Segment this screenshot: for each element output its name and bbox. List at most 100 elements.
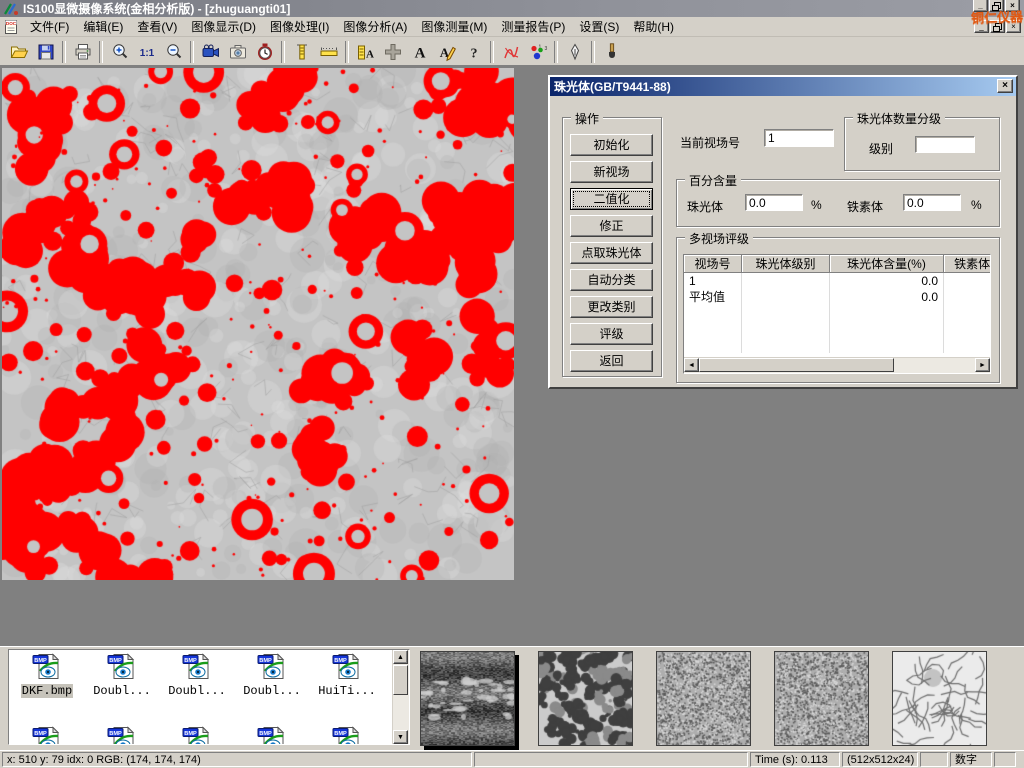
file-label[interactable]: DKF.bmp bbox=[21, 684, 73, 698]
table-header-0: 视场号 bbox=[684, 255, 742, 273]
scroll-down-button[interactable]: ▼ bbox=[393, 730, 408, 744]
restore-button[interactable] bbox=[989, 0, 1004, 12]
file-item-DKF.bmp[interactable]: BMPDKF.bmp bbox=[14, 653, 80, 698]
file-item-row2-1[interactable]: BMP bbox=[89, 726, 155, 745]
file-item-row2-2[interactable]: BMP bbox=[164, 726, 230, 745]
menu-item-1[interactable]: 编辑(E) bbox=[76, 16, 130, 37]
file-scroll-thumb[interactable] bbox=[393, 665, 408, 695]
file-list-scrollbar[interactable]: ▲ ▼ bbox=[392, 650, 409, 744]
brush-tool-button[interactable] bbox=[598, 39, 625, 64]
dialog-title-bar[interactable]: 珠光体(GB/T9441-88) × bbox=[550, 77, 1016, 96]
zoom-out-button[interactable] bbox=[160, 39, 187, 64]
op-button-7[interactable]: 评级 bbox=[570, 323, 653, 345]
print-button[interactable] bbox=[69, 39, 96, 64]
op-button-6[interactable]: 更改类别 bbox=[570, 296, 653, 318]
level-input[interactable] bbox=[915, 136, 975, 153]
curve-tool-button[interactable] bbox=[497, 39, 524, 64]
table-cell: 平均值 bbox=[684, 289, 742, 305]
edit-text-button[interactable]: A bbox=[433, 39, 460, 64]
table-row[interactable] bbox=[684, 305, 990, 321]
ferrite-percent-input[interactable] bbox=[903, 194, 961, 211]
calibration-button[interactable]: A bbox=[352, 39, 379, 64]
current-field-input[interactable] bbox=[764, 129, 834, 147]
camera-capture-button[interactable] bbox=[224, 39, 251, 64]
op-button-2[interactable]: 二值化 bbox=[570, 188, 653, 210]
file-item-row2-3[interactable]: BMP bbox=[239, 726, 305, 745]
mdi-close-button[interactable]: × bbox=[1006, 20, 1021, 33]
table-row[interactable]: 10.0 bbox=[684, 273, 990, 289]
file-item-Doubl...[interactable]: BMPDoubl... bbox=[239, 653, 305, 698]
mdi-window-controls: _ × bbox=[974, 20, 1024, 33]
brush-tool-icon bbox=[602, 42, 622, 62]
toolbar-separator bbox=[190, 41, 194, 63]
scroll-right-button[interactable]: ► bbox=[975, 358, 990, 372]
table-row[interactable]: 平均值0.0 bbox=[684, 289, 990, 305]
save-button[interactable] bbox=[32, 39, 59, 64]
table-cell bbox=[742, 289, 830, 305]
menu-item-3[interactable]: 图像显示(D) bbox=[184, 16, 263, 37]
op-button-4[interactable]: 点取珠光体 bbox=[570, 242, 653, 264]
scroll-thumb[interactable] bbox=[699, 358, 894, 372]
status-spacer-2 bbox=[920, 752, 948, 767]
op-button-0[interactable]: 初始化 bbox=[570, 134, 653, 156]
pearlite-label: 珠光体 bbox=[687, 198, 723, 215]
op-button-3[interactable]: 修正 bbox=[570, 215, 653, 237]
thumbnail-0[interactable] bbox=[420, 651, 515, 746]
file-item-HuiTi...[interactable]: BMPHuiTi... bbox=[314, 653, 380, 698]
menu-item-4[interactable]: 图像处理(I) bbox=[263, 16, 336, 37]
text-label-button[interactable]: A bbox=[406, 39, 433, 64]
micrograph-image[interactable] bbox=[2, 68, 514, 580]
menu-item-6[interactable]: 图像测量(M) bbox=[414, 16, 494, 37]
actual-size-button[interactable]: 1:1 bbox=[133, 39, 160, 64]
document-system-icon[interactable]: DOC bbox=[3, 19, 20, 35]
help-button[interactable]: ? bbox=[460, 39, 487, 64]
scroll-left-button[interactable]: ◄ bbox=[684, 358, 699, 372]
pearlite-percent-input[interactable] bbox=[745, 194, 803, 211]
menu-item-7[interactable]: 测量报告(P) bbox=[494, 16, 572, 37]
mdi-restore-button[interactable] bbox=[990, 20, 1005, 33]
file-item-row2-0[interactable]: BMP bbox=[14, 726, 80, 745]
vertical-caliper-button[interactable] bbox=[288, 39, 315, 64]
minimize-button[interactable]: _ bbox=[973, 0, 988, 12]
menu-item-0[interactable]: 文件(F) bbox=[23, 16, 76, 37]
mdi-minimize-button[interactable]: _ bbox=[974, 20, 989, 33]
menu-item-9[interactable]: 帮助(H) bbox=[626, 16, 681, 37]
pen-tool-button[interactable] bbox=[561, 39, 588, 64]
thumbnail-3[interactable] bbox=[774, 651, 869, 746]
close-button[interactable]: × bbox=[1005, 0, 1020, 12]
zoom-in-button[interactable] bbox=[106, 39, 133, 64]
file-label[interactable]: HuiTi... bbox=[317, 684, 377, 698]
table-row[interactable] bbox=[684, 321, 990, 337]
file-item-row2-4[interactable]: BMP bbox=[314, 726, 380, 745]
op-button-8[interactable]: 返回 bbox=[570, 350, 653, 372]
menu-item-8[interactable]: 设置(S) bbox=[572, 16, 626, 37]
file-item-Doubl...[interactable]: BMPDoubl... bbox=[89, 653, 155, 698]
open-file-button[interactable] bbox=[5, 39, 32, 64]
video-capture-button[interactable] bbox=[197, 39, 224, 64]
dialog-close-button[interactable]: × bbox=[997, 79, 1013, 93]
menu-item-5[interactable]: 图像分析(A) bbox=[336, 16, 414, 37]
thumbnail-2[interactable] bbox=[656, 651, 751, 746]
file-label[interactable]: Doubl... bbox=[92, 684, 152, 698]
thumbnail-1[interactable] bbox=[538, 651, 633, 746]
menu-item-2[interactable]: 查看(V) bbox=[130, 16, 184, 37]
move-button[interactable] bbox=[379, 39, 406, 64]
menu-bar: DOC 文件(F)编辑(E)查看(V)图像显示(D)图像处理(I)图像分析(A)… bbox=[0, 17, 1024, 37]
status-resolution: (512x512x24) bbox=[842, 752, 918, 767]
toolbar-separator bbox=[490, 41, 494, 63]
file-item-Doubl...[interactable]: BMPDoubl... bbox=[164, 653, 230, 698]
op-button-1[interactable]: 新视场 bbox=[570, 161, 653, 183]
timer-button[interactable] bbox=[251, 39, 278, 64]
scroll-up-button[interactable]: ▲ bbox=[393, 650, 408, 664]
svg-text:BMP: BMP bbox=[109, 731, 122, 737]
status-spacer-1 bbox=[474, 752, 748, 767]
table-row[interactable] bbox=[684, 337, 990, 353]
horizontal-ruler-button[interactable] bbox=[315, 39, 342, 64]
thumbnail-4[interactable] bbox=[892, 651, 987, 746]
svg-text:?: ? bbox=[470, 46, 477, 61]
op-button-5[interactable]: 自动分类 bbox=[570, 269, 653, 291]
classify-points-button[interactable]: 13 bbox=[524, 39, 551, 64]
table-h-scrollbar[interactable]: ◄ ► bbox=[684, 357, 990, 373]
file-label[interactable]: Doubl... bbox=[167, 684, 227, 698]
file-label[interactable]: Doubl... bbox=[242, 684, 302, 698]
